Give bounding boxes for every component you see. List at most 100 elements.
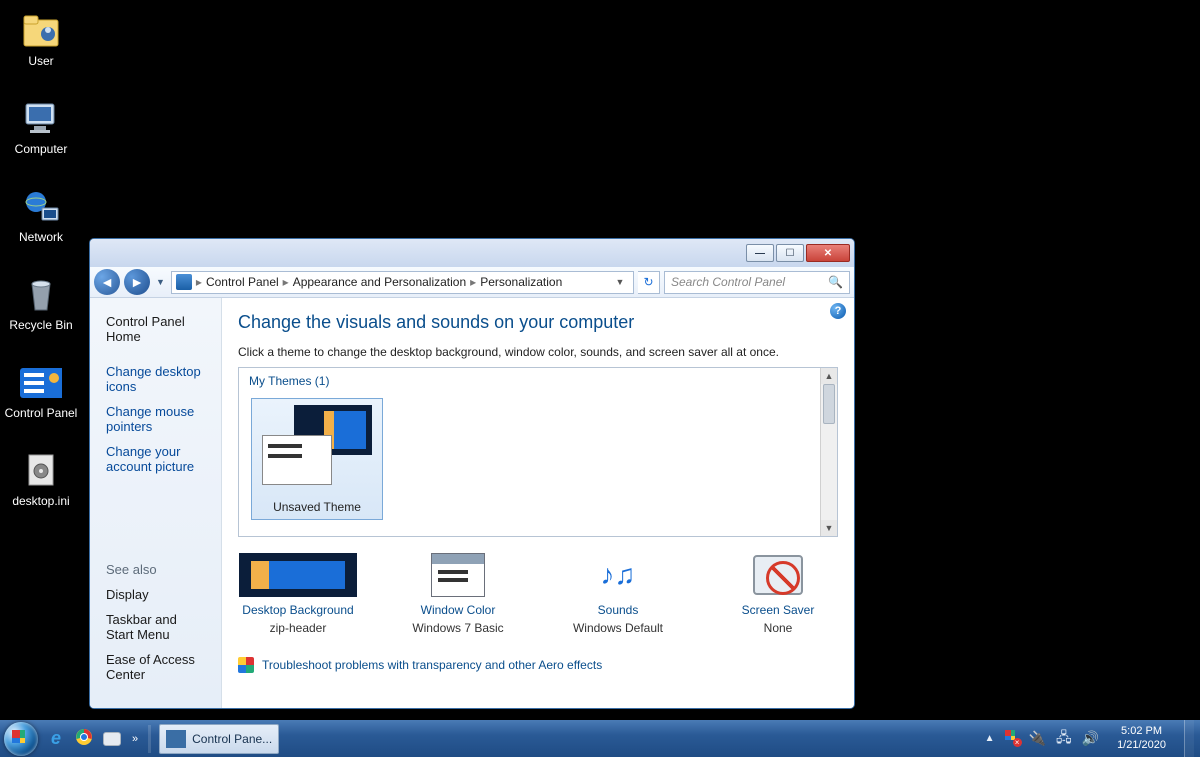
col-title: Window Color xyxy=(398,603,518,617)
screen-saver-link[interactable]: Screen Saver None xyxy=(718,553,838,635)
icon-label: Computer xyxy=(15,142,68,156)
history-dropdown[interactable]: ▼ xyxy=(154,277,167,287)
pinned-explorer[interactable] xyxy=(100,727,124,751)
desktop-icon-control-panel[interactable]: Control Panel xyxy=(0,358,82,424)
taskbar: e » Control Pane... ▲ 🔌 🖧 🔊 5:02 PM 1/21… xyxy=(0,720,1200,757)
recycle-bin-icon xyxy=(20,276,62,314)
control-panel-icon xyxy=(176,274,192,290)
col-value: zip-header xyxy=(270,621,327,635)
network-tray-icon[interactable]: 🖧 xyxy=(1056,727,1072,751)
action-center-icon[interactable] xyxy=(1005,730,1019,747)
scroll-thumb[interactable] xyxy=(823,384,835,424)
chevron-right-icon: ▸ xyxy=(196,275,202,289)
minimize-button[interactable] xyxy=(746,244,774,262)
back-button[interactable]: ◄ xyxy=(94,269,120,295)
sounds-icon: ♪♫ xyxy=(601,559,636,591)
troubleshoot-row: Troubleshoot problems with transparency … xyxy=(238,657,838,673)
pinned-chrome[interactable] xyxy=(72,727,96,751)
troubleshoot-link[interactable]: Troubleshoot problems with transparency … xyxy=(262,658,602,672)
desktop-icon-computer[interactable]: Computer xyxy=(0,94,82,160)
volume-icon[interactable]: 🔊 xyxy=(1082,730,1099,747)
window-color-preview xyxy=(431,553,485,597)
theme-preview xyxy=(262,405,372,485)
desktop-background-link[interactable]: Desktop Background zip-header xyxy=(238,553,358,635)
themes-list: My Themes (1) Unsaved Theme ▲ ▼ xyxy=(238,367,838,537)
breadcrumb[interactable]: ▸ Control Panel ▸ Appearance and Persona… xyxy=(171,271,634,294)
desktop-background-preview xyxy=(239,553,357,597)
refresh-button[interactable]: ↻ xyxy=(638,271,660,294)
screen-saver-icon xyxy=(753,555,803,595)
icon-label: Control Panel xyxy=(5,406,78,420)
explorer-icon xyxy=(103,732,121,746)
search-placeholder: Search Control Panel xyxy=(671,275,785,289)
chevron-right-icon: ▸ xyxy=(283,275,289,289)
taskbar-item-control-panel[interactable]: Control Pane... xyxy=(159,724,279,754)
sounds-link[interactable]: ♪♫ Sounds Windows Default xyxy=(558,553,678,635)
personalization-window: ◄ ► ▼ ▸ Control Panel ▸ Appearance and P… xyxy=(89,238,855,709)
sidebar-link-account-picture[interactable]: Change your account picture xyxy=(106,444,205,474)
clock-date: 1/21/2020 xyxy=(1117,739,1166,753)
toolbar-chevron[interactable]: » xyxy=(126,733,144,745)
desktop-icon-desktop-ini[interactable]: desktop.ini xyxy=(0,446,82,512)
col-title: Desktop Background xyxy=(238,603,358,617)
scrollbar[interactable]: ▲ ▼ xyxy=(820,368,837,536)
clock[interactable]: 5:02 PM 1/21/2020 xyxy=(1109,725,1174,753)
ini-file-icon xyxy=(20,452,62,490)
titlebar[interactable] xyxy=(90,239,854,267)
desktop-icon-network[interactable]: Network xyxy=(0,182,82,248)
col-title: Screen Saver xyxy=(718,603,838,617)
search-input[interactable]: Search Control Panel 🔍 xyxy=(664,271,850,294)
power-icon[interactable]: 🔌 xyxy=(1029,730,1046,747)
window-color-link[interactable]: Window Color Windows 7 Basic xyxy=(398,553,518,635)
system-tray: ▲ 🔌 🖧 🔊 5:02 PM 1/21/2020 xyxy=(985,720,1200,757)
breadcrumb-leaf[interactable]: Personalization xyxy=(480,275,562,289)
content-pane: Change the visuals and sounds on your co… xyxy=(222,298,854,708)
col-title: Sounds xyxy=(558,603,678,617)
computer-icon xyxy=(20,100,62,138)
folder-user-icon xyxy=(20,12,62,50)
control-panel-home-link[interactable]: Control Panel Home xyxy=(106,314,205,344)
icon-label: User xyxy=(28,54,53,68)
task-label: Control Pane... xyxy=(192,732,272,746)
task-icon xyxy=(166,730,186,748)
chevron-right-icon: ▸ xyxy=(470,275,476,289)
theme-label: Unsaved Theme xyxy=(252,500,382,514)
pinned-ie[interactable]: e xyxy=(44,727,68,751)
breadcrumb-root[interactable]: Control Panel xyxy=(206,275,279,289)
icon-label: Recycle Bin xyxy=(9,318,72,332)
task-separator xyxy=(148,725,151,753)
search-icon: 🔍 xyxy=(828,275,843,289)
breadcrumb-mid[interactable]: Appearance and Personalization xyxy=(293,275,466,289)
desktop-icon-user[interactable]: User xyxy=(0,6,82,72)
maximize-button[interactable] xyxy=(776,244,804,262)
windows-orb-icon xyxy=(4,722,38,756)
ie-icon: e xyxy=(51,728,61,749)
desktop-icon-recycle-bin[interactable]: Recycle Bin xyxy=(0,270,82,336)
icon-label: Network xyxy=(19,230,63,244)
show-desktop-button[interactable] xyxy=(1184,720,1194,757)
close-button[interactable] xyxy=(806,244,850,262)
icon-label: desktop.ini xyxy=(12,494,69,508)
sidebar-link-mouse-pointers[interactable]: Change mouse pointers xyxy=(106,404,205,434)
address-bar: ◄ ► ▼ ▸ Control Panel ▸ Appearance and P… xyxy=(90,267,854,298)
themes-header: My Themes (1) xyxy=(239,368,837,394)
address-dropdown[interactable]: ▼ xyxy=(611,277,629,287)
sidebar: Control Panel Home Change desktop icons … xyxy=(90,298,222,708)
network-icon xyxy=(20,188,62,226)
forward-button[interactable]: ► xyxy=(124,269,150,295)
scroll-down-button[interactable]: ▼ xyxy=(821,520,837,536)
col-value: None xyxy=(764,621,793,635)
tray-overflow[interactable]: ▲ xyxy=(985,733,995,744)
start-button[interactable] xyxy=(0,720,42,757)
theme-unsaved[interactable]: Unsaved Theme xyxy=(251,398,383,520)
col-value: Windows 7 Basic xyxy=(412,621,503,635)
col-value: Windows Default xyxy=(573,621,663,635)
chrome-icon xyxy=(75,728,93,749)
page-title: Change the visuals and sounds on your co… xyxy=(238,312,838,333)
see-also-display[interactable]: Display xyxy=(106,587,205,602)
see-also-taskbar[interactable]: Taskbar and Start Menu xyxy=(106,612,205,642)
settings-row: Desktop Background zip-header Window Col… xyxy=(238,553,838,635)
scroll-up-button[interactable]: ▲ xyxy=(821,368,837,384)
sidebar-link-desktop-icons[interactable]: Change desktop icons xyxy=(106,364,205,394)
see-also-ease-of-access[interactable]: Ease of Access Center xyxy=(106,652,205,682)
